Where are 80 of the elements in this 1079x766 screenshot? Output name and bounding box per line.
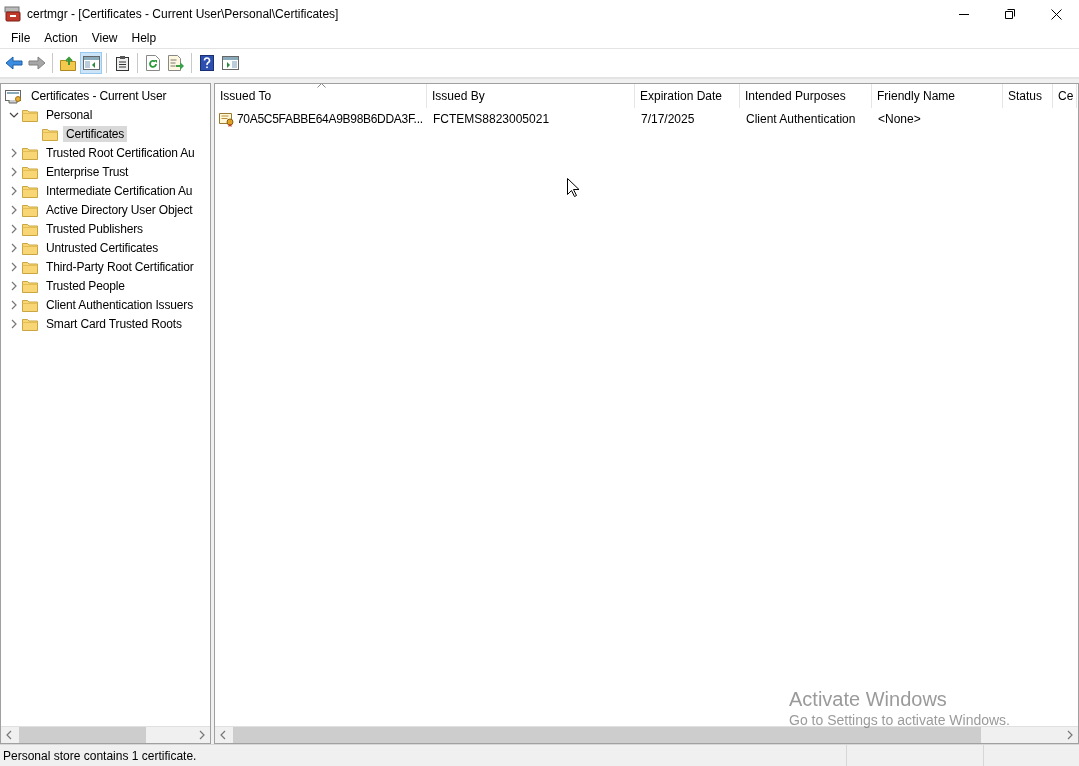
folder-icon — [22, 278, 38, 293]
tree-item[interactable]: Enterprise Trust — [43, 163, 132, 180]
chevron-right-icon[interactable] — [10, 299, 18, 310]
menu-item[interactable]: Action — [37, 29, 85, 47]
folder-icon — [22, 221, 38, 236]
column-header[interactable]: Expiration Date — [635, 84, 740, 108]
table-cell-text: 7/17/2025 — [640, 112, 696, 126]
forward-arrow-icon — [28, 56, 46, 70]
restore-icon — [1005, 9, 1015, 19]
chevron-right-icon[interactable] — [10, 280, 18, 291]
folder-icon — [22, 145, 38, 160]
tree-item[interactable]: Third-Party Root Certificatior — [43, 258, 197, 275]
help-icon — [200, 55, 214, 71]
table-cell-text: <None> — [877, 112, 922, 126]
chevron-right-icon[interactable] — [10, 223, 18, 234]
menu-item[interactable]: File — [4, 29, 38, 47]
tree-item[interactable]: Intermediate Certification Au — [43, 182, 196, 199]
folder-icon — [22, 202, 38, 217]
tree-item[interactable]: Smart Card Trusted Roots — [43, 315, 185, 332]
sort-caret-icon — [316, 84, 326, 88]
action-pane-icon — [221, 56, 239, 70]
column-header[interactable]: Friendly Name — [872, 84, 1003, 108]
folder-icon — [22, 183, 38, 198]
tree-item[interactable]: Client Authentication Issuers — [43, 296, 197, 313]
folder-icon — [22, 259, 38, 274]
menu-item[interactable]: Help — [124, 29, 164, 47]
status-text: Personal store contains 1 certificate. — [2, 748, 198, 763]
column-header[interactable]: Issued To — [215, 84, 427, 108]
tree-item[interactable]: Certificates - Current User — [28, 87, 170, 104]
folder-icon — [22, 164, 38, 179]
activation-message: Go to Settings to activate Windows. — [789, 712, 1010, 728]
horizontal-scrollbar[interactable] — [1, 726, 210, 743]
scroll-left-icon[interactable] — [219, 730, 227, 740]
toolbar-button[interactable] — [80, 52, 102, 74]
back-arrow-icon — [5, 56, 23, 70]
folder-icon — [22, 240, 38, 255]
window-title: certmgr - [Certificates - Current User\Personal\Certificates] — [27, 7, 339, 21]
tree-item[interactable]: Active Directory User Object — [43, 201, 196, 218]
folder-icon — [22, 107, 38, 122]
console-tree-icon — [82, 56, 100, 70]
column-header[interactable]: Ce — [1053, 84, 1077, 108]
folder-up-icon — [59, 55, 77, 71]
chevron-right-icon[interactable] — [10, 166, 18, 177]
chevron-right-icon[interactable] — [10, 261, 18, 272]
app-icon — [4, 6, 22, 22]
folder-icon — [22, 297, 38, 312]
tree-item[interactable]: Trusted Publishers — [43, 220, 146, 237]
export-list-icon — [167, 55, 185, 71]
folder-icon — [22, 316, 38, 331]
mouse-cursor-icon — [567, 178, 580, 198]
tree-item[interactable]: Certificates — [63, 125, 128, 142]
table-cell-text: FCTEMS8823005021 — [432, 112, 551, 126]
menu-item[interactable]: View — [84, 29, 125, 47]
tree-item[interactable]: Untrusted Certificates — [43, 239, 162, 256]
clipboard-icon — [115, 55, 129, 71]
chevron-right-icon[interactable] — [10, 242, 18, 253]
minimize-icon — [959, 13, 969, 15]
table-cell[interactable]: 70A5C5FABBE64A9B98B6DDA3F... — [215, 111, 427, 127]
tree-item[interactable]: Trusted People — [43, 277, 128, 294]
chevron-right-icon[interactable] — [10, 147, 18, 158]
refresh-icon — [146, 55, 160, 71]
certificate-store-icon — [5, 87, 23, 104]
column-header[interactable]: Issued By — [427, 84, 635, 108]
scroll-right-icon[interactable] — [198, 730, 206, 740]
close-icon — [1050, 8, 1062, 20]
scroll-right-icon[interactable] — [1066, 730, 1074, 740]
column-header[interactable]: Intended Purposes — [740, 84, 872, 108]
chevron-right-icon[interactable] — [10, 204, 18, 215]
table-cell-text: Client Authentication — [745, 112, 857, 126]
certificate-icon — [219, 111, 235, 127]
scroll-left-icon[interactable] — [5, 730, 13, 740]
chevron-right-icon[interactable] — [10, 185, 18, 196]
column-header[interactable]: Status — [1003, 84, 1053, 108]
activation-title: Activate Windows — [789, 688, 948, 711]
chevron-down-icon[interactable] — [9, 110, 19, 119]
horizontal-scrollbar[interactable] — [215, 726, 1078, 743]
folder-icon — [42, 126, 58, 141]
tree-item[interactable]: Trusted Root Certification Au — [43, 144, 198, 161]
chevron-right-icon[interactable] — [10, 318, 18, 329]
tree-item[interactable]: Personal — [43, 106, 96, 123]
